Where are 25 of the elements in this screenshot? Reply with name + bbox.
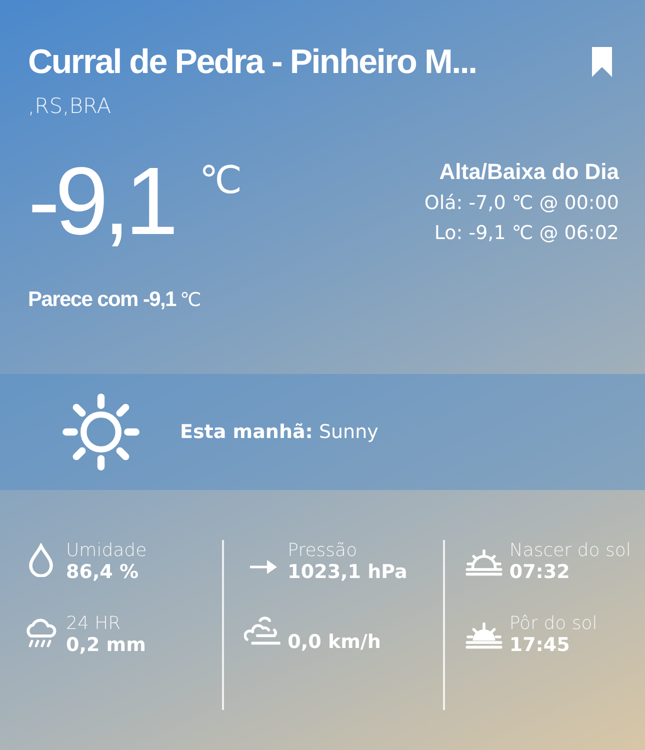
detail-value: 17:45 <box>509 634 571 656</box>
location-subtitle: ,RS,BRA <box>28 94 112 118</box>
temperature: -9,1 <box>28 152 174 252</box>
high-low-reading: Olá: -7,0 ℃ @ 00:00 <box>424 191 619 216</box>
sun-icon <box>60 391 142 473</box>
bookmark-icon[interactable] <box>591 46 613 78</box>
sunset-icon <box>465 620 504 650</box>
detail-value: 0,2 mm <box>66 634 146 656</box>
feels-like-unit: ℃ <box>180 289 202 311</box>
detail-value: 86,4 % <box>66 561 140 583</box>
high-low-reading: Lo: -9,1 ℃ @ 06:02 <box>433 221 619 246</box>
detail-label: Pressão <box>288 540 358 561</box>
detail-value: 07:32 <box>509 561 571 583</box>
temperature-unit: ℃ <box>199 158 242 202</box>
feels-like: Parece com -9,1 <box>28 288 176 312</box>
forecast-text: Esta manhã: Sunny <box>180 421 378 443</box>
detail-value: 0,0 km/h <box>288 631 381 653</box>
high-low-heading: Alta/Baixa do Dia <box>438 158 619 186</box>
detail-label: Nascer do sol <box>509 540 631 561</box>
detail-label: 24 HR <box>66 613 122 634</box>
location-title: Curral de Pedra - Pinheiro M... <box>28 42 476 83</box>
detail-label: Pôr do sol <box>509 613 598 634</box>
detail-label: Umidade <box>66 540 147 561</box>
sunrise-icon <box>465 547 504 577</box>
detail-value: 1023,1 hPa <box>288 561 408 583</box>
